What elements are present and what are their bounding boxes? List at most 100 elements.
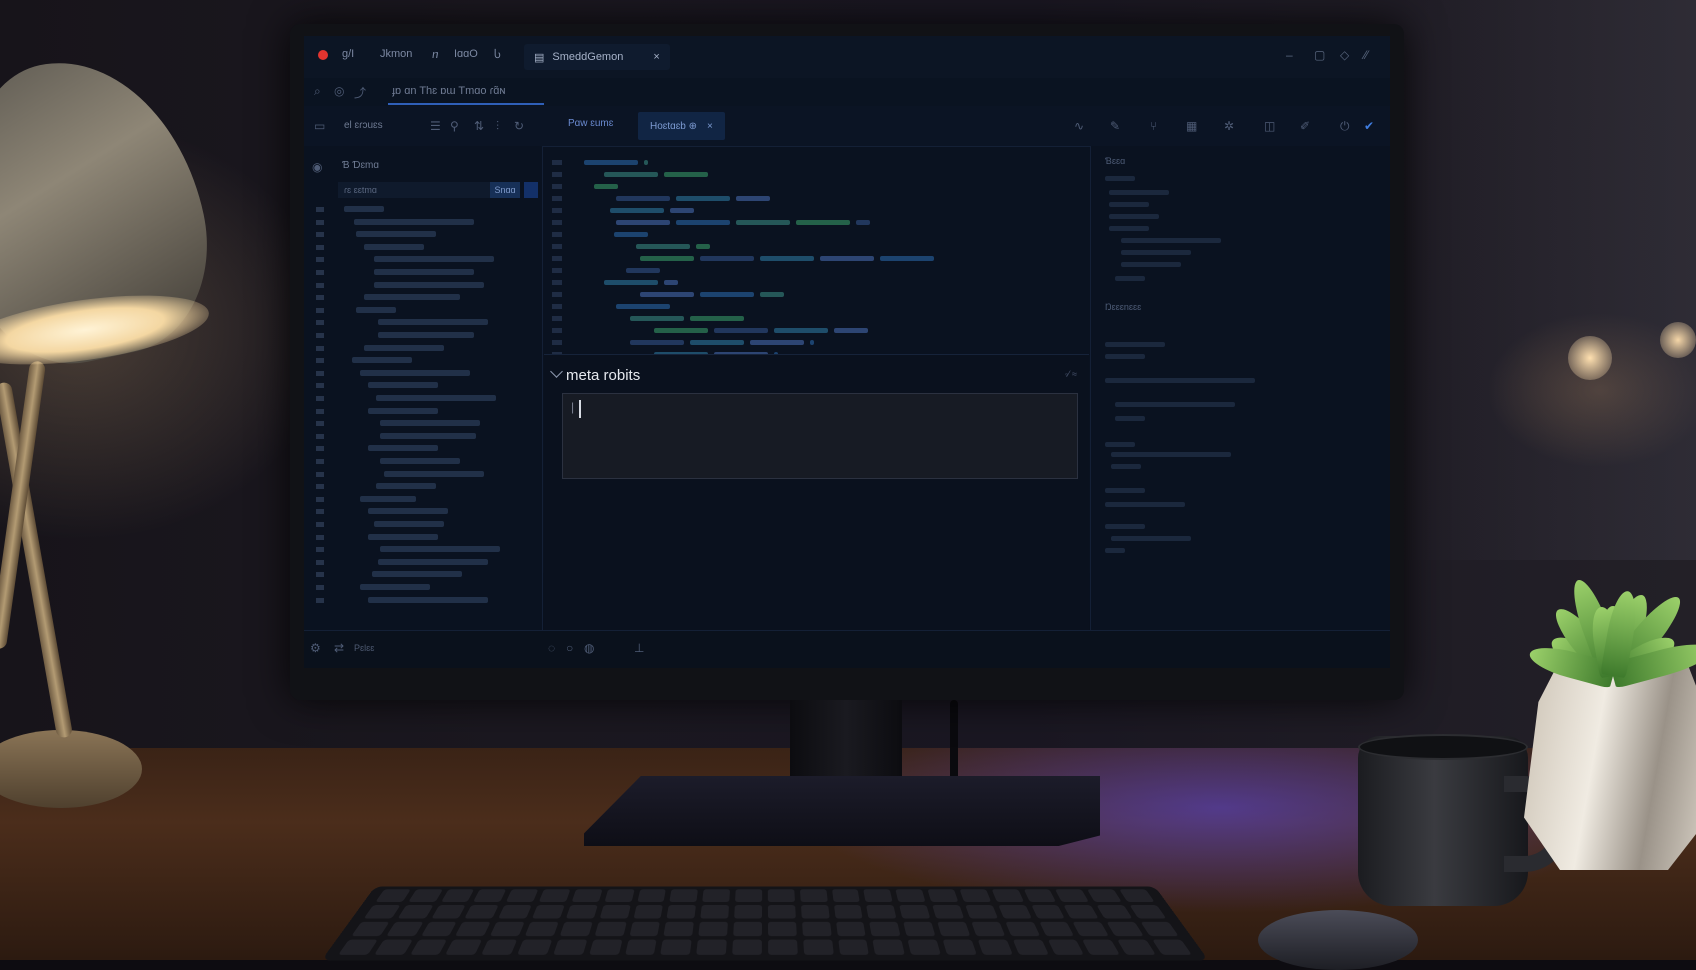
keyboard-key [1047, 939, 1085, 955]
code-token [810, 340, 814, 345]
list-icon[interactable]: ☰ [430, 119, 441, 133]
tree-line-number [316, 383, 324, 389]
status-icon[interactable]: ◌ [548, 641, 555, 655]
branch-icon[interactable]: ⑂ [1150, 119, 1157, 133]
keyboard-key [559, 921, 593, 937]
debug-icon[interactable]: ✲ [1224, 119, 1234, 133]
panel-toggle-icon[interactable]: ▭ [314, 119, 325, 133]
tree-line-number [316, 597, 324, 603]
right-panel-line [1105, 442, 1135, 447]
tree-line-number [316, 585, 324, 590]
keyboard-row [325, 936, 1204, 955]
keyboard-key [408, 889, 443, 902]
keyboard-key [473, 889, 507, 902]
code-token [760, 256, 814, 261]
keyboard-key [409, 939, 448, 955]
status-icon[interactable]: ○ [566, 641, 573, 655]
tree-line-number [316, 421, 324, 427]
layout-icon[interactable]: ◫ [1264, 119, 1275, 133]
title-bar: ɡ/I Jkmon ⴖ IɑɑO Ⴑ ▤ SmeddGemon × – ▢ ◇ … [304, 36, 1390, 79]
code-token [714, 328, 768, 333]
maximize-icon[interactable]: ▢ [1314, 48, 1325, 62]
meta-robots-input[interactable]: | [562, 393, 1078, 479]
editor-tab-inactive[interactable]: Pɑw ɛumɛ [568, 118, 613, 129]
minimize-icon[interactable]: – [1286, 48, 1293, 62]
tree-item [368, 382, 438, 389]
code-token [640, 292, 694, 297]
tab-close-icon[interactable]: × [653, 51, 659, 63]
sync-icon[interactable]: ⇄ [334, 641, 344, 655]
code-token [584, 160, 638, 165]
panel-actions[interactable]: ◦⁄ ≈ [1065, 369, 1077, 379]
status-icon[interactable]: ⊥ [634, 641, 644, 655]
chevron-down-icon[interactable] [550, 365, 563, 378]
menu-item[interactable]: Jkmon [380, 48, 412, 60]
settings-icon[interactable]: ⚙ [310, 641, 321, 655]
edit-icon[interactable]: ✐ [1300, 119, 1310, 133]
input-value: | [571, 400, 575, 414]
tree-line-number [316, 559, 324, 565]
sidebar-filter-input[interactable]: ɾɛ ɛɛtmɑ [338, 182, 494, 198]
right-panel-line [1121, 250, 1191, 255]
split-icon[interactable]: ⫶ [496, 119, 499, 134]
code-token [690, 340, 744, 345]
monitor-stand [584, 776, 1100, 846]
keyboard-key [363, 905, 401, 919]
keyboard-key [338, 939, 378, 955]
code-token [676, 196, 730, 201]
menu-item[interactable]: Ⴑ [494, 48, 501, 61]
sidebar-explorer: ◉ Ɓ Ɗɛmɑ ɾɛ ɛɛtmɑ Snɑɑ [304, 146, 543, 630]
keyboard [321, 886, 1209, 961]
brush-icon[interactable]: ✎ [1110, 119, 1120, 133]
code-line-number [552, 268, 562, 273]
overflow-icon[interactable]: ⁄⁄ [1364, 48, 1368, 62]
sidebar-filter-button[interactable]: Snɑɑ [490, 182, 520, 198]
code-line-number [552, 220, 562, 225]
code-token [640, 256, 694, 261]
grid-icon[interactable]: ▦ [1186, 119, 1197, 133]
keyboard-key [1012, 939, 1049, 955]
sidebar-search-button[interactable] [524, 182, 538, 198]
editor-tab-active[interactable]: Hoɛtɑɛb ⊕ × [638, 112, 725, 140]
history-icon[interactable]: ◎ [334, 84, 344, 98]
power-icon[interactable]: ⏻ [1340, 119, 1350, 134]
keyboard-key [767, 889, 795, 902]
keyboard-key [698, 921, 729, 937]
keyboard-key [1005, 921, 1040, 937]
right-panel-line [1105, 378, 1255, 383]
code-token [604, 280, 658, 285]
close-dot-icon[interactable] [318, 50, 328, 60]
tree-item [360, 369, 470, 376]
explorer-icon[interactable]: ◉ [312, 160, 322, 174]
tree-line-number [316, 219, 324, 225]
keyboard-key [835, 921, 867, 937]
restore-icon[interactable]: ◇ [1340, 48, 1349, 62]
code-token [630, 316, 684, 321]
menu-item[interactable]: ɡ/I [342, 48, 354, 60]
filter-icon[interactable]: ⚲ [450, 119, 459, 133]
code-token [796, 220, 850, 225]
keyboard-key [801, 921, 832, 937]
menu-item[interactable]: IɑɑO [454, 48, 478, 60]
menu-item[interactable]: ⴖ [432, 48, 439, 61]
search-icon[interactable]: ⌕ [314, 84, 321, 99]
wave-icon[interactable]: ∿ [1074, 119, 1084, 133]
share-icon[interactable]: ⤴ [354, 84, 366, 101]
keyboard-key [942, 939, 977, 955]
tab-active[interactable]: ▤ SmeddGemon × [524, 44, 670, 70]
keyboard-key [899, 905, 931, 919]
tree-item [364, 243, 424, 250]
check-icon[interactable]: ✔ [1364, 119, 1374, 133]
sort-icon[interactable]: ⇅ [474, 119, 484, 133]
address-bar[interactable]: ⌕ ◎ ⤴ ɟɒ ɑn Thɛ ɒɯ Tmɑo ɾɑ̃ɴ [304, 78, 1390, 107]
code-token [644, 160, 648, 165]
code-token [820, 256, 874, 261]
keyboard-key [869, 921, 901, 937]
tree-item [360, 495, 416, 502]
refresh-icon[interactable]: ↻ [514, 119, 524, 133]
keyboard-key [498, 905, 532, 919]
code-editor[interactable] [544, 146, 1089, 369]
status-icon[interactable]: ◍ [584, 641, 594, 655]
right-panel-line [1111, 536, 1191, 541]
editor-tab-close-icon[interactable]: × [707, 121, 713, 132]
